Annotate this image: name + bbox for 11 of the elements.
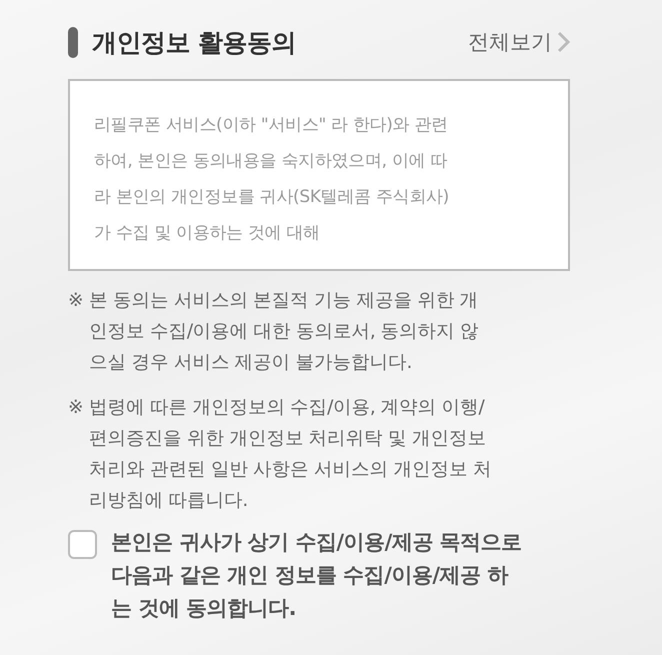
chevron-right-icon <box>556 31 570 53</box>
terms-text: 리필쿠폰 서비스(이하 "서비스" 라 한다)와 관련 하여, 본인은 동의내용을 숙지하였으며, 이에 따 라 본인의 개인정보를 귀사(SK텔레콤 주식회사) 가 수집 및 이용하는 것에 대해 <box>94 114 450 245</box>
agreement-text: 본인은 귀사가 상기 수집/이용/제공 목적으로 다음과 같은 개인 정보를 수집/이용/제공 하 는 것에 동의합니다. <box>111 529 522 622</box>
section-title: 개인정보 활용동의 <box>92 26 296 58</box>
note-mark: ※ <box>68 289 84 313</box>
note-text: 법령에 따른 개인정보의 수집/이용, 계약의 이행/ 편의증진을 위한 개인정보 처리위탁 및 개인정보 처리와 관련된 일반 사항은 서비스의 개인정보 처 리방침에 따릅니다. <box>89 396 492 513</box>
note-text: 본 동의는 서비스의 본질적 기능 제공을 위한 개 인정보 수집/이용에 대한 동의로서, 동의하지 않 으실 경우 서비스 제공이 불가능합니다. <box>89 289 479 375</box>
agree-checkbox[interactable] <box>68 530 97 559</box>
view-all-link[interactable]: 전체보기 <box>468 28 570 56</box>
title-bar-marker <box>68 26 78 58</box>
note-mark: ※ <box>68 396 84 420</box>
